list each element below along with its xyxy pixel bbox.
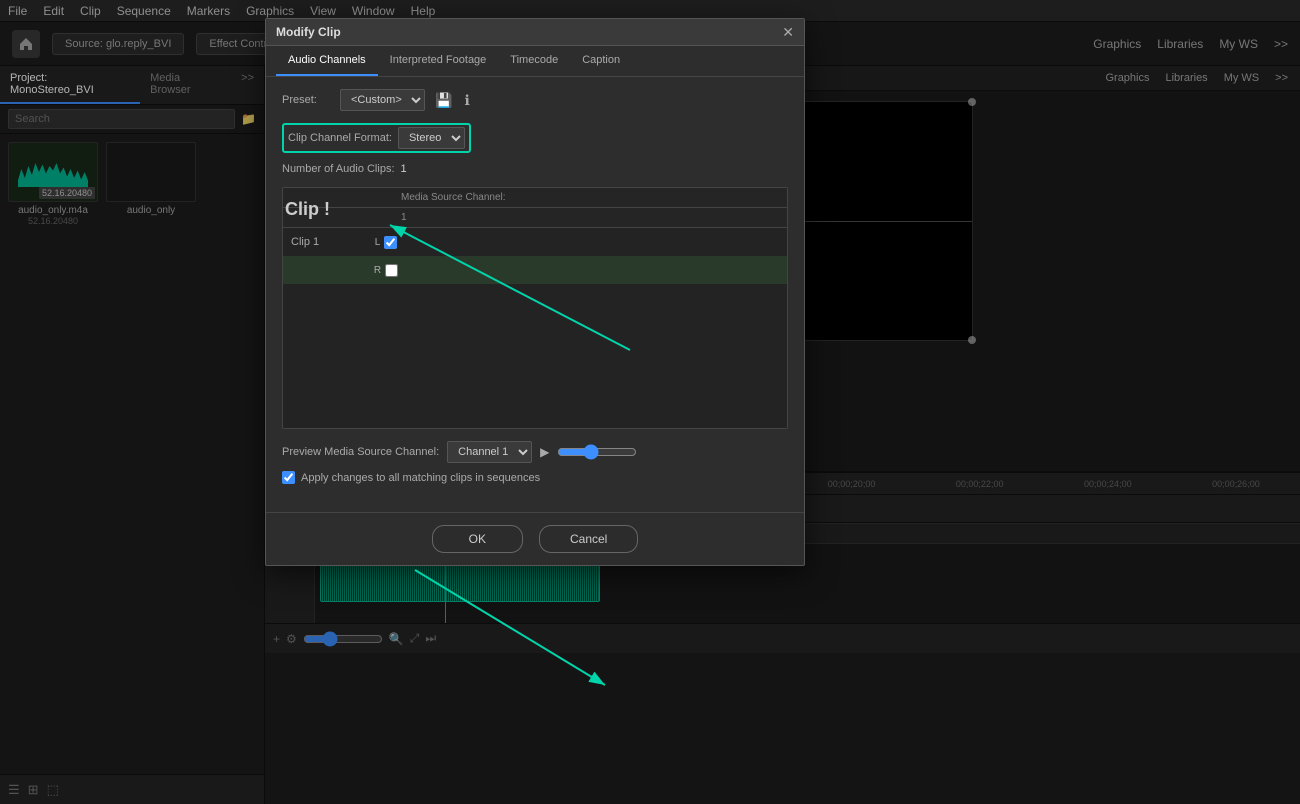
channel-row-l: Clip 1 L [283, 228, 787, 256]
channels-table: Media Source Channel: 1 Clip 1 L [282, 187, 788, 429]
preview-channel-row: Preview Media Source Channel: Channel 1 … [282, 441, 788, 463]
num-clips-row: Number of Audio Clips: 1 [282, 163, 788, 175]
volume-slider[interactable] [557, 444, 637, 460]
channel-r-checkbox-container: R [371, 264, 401, 277]
preset-label: Preset: [282, 94, 332, 106]
ok-button[interactable]: OK [432, 525, 523, 553]
apply-changes-checkbox[interactable] [282, 471, 295, 484]
media-col-num: 1 [401, 212, 407, 223]
media-source-col-header: Media Source Channel: [401, 192, 506, 203]
modal-titlebar: Modify Clip ✕ [266, 19, 804, 46]
channel-l-checkbox-container: L [371, 236, 401, 249]
preset-info-icon[interactable]: ℹ [462, 90, 471, 111]
modal-title: Modify Clip [276, 25, 341, 39]
modal-tab-timecode[interactable]: Timecode [498, 46, 570, 76]
modify-clip-modal: Modify Clip ✕ Audio Channels Interpreted… [265, 18, 805, 566]
media-source-header: Media Source Channel: [283, 188, 787, 208]
modal-body: Preset: <Custom> 💾 ℹ Clip Channel Format… [266, 77, 804, 512]
channel-l-label: L [375, 237, 381, 248]
modal-footer: OK Cancel [266, 512, 804, 565]
preview-channel-select[interactable]: Channel 1 [447, 441, 532, 463]
modal-tab-caption[interactable]: Caption [570, 46, 632, 76]
apply-checkbox-row: Apply changes to all matching clips in s… [282, 471, 788, 484]
cancel-button[interactable]: Cancel [539, 525, 638, 553]
preview-channel-label: Preview Media Source Channel: [282, 446, 439, 458]
channel-r-checkbox[interactable] [385, 264, 398, 277]
apply-changes-label: Apply changes to all matching clips in s… [301, 472, 540, 484]
modal-close-button[interactable]: ✕ [782, 25, 794, 39]
clip-channel-format-select[interactable]: Stereo [398, 127, 465, 149]
channel-l-checkbox[interactable] [384, 236, 397, 249]
num-clips-label: Number of Audio Clips: [282, 163, 395, 175]
preset-row: Preset: <Custom> 💾 ℹ [282, 89, 788, 111]
modal-tab-audio-channels[interactable]: Audio Channels [276, 46, 378, 76]
num-clips-value: 1 [401, 163, 407, 175]
modal-tabs: Audio Channels Interpreted Footage Timec… [266, 46, 804, 77]
channels-body: Clip 1 L R [283, 228, 787, 428]
preview-play-button[interactable]: ▶ [540, 445, 549, 459]
modal-tab-interpreted[interactable]: Interpreted Footage [378, 46, 499, 76]
channel-r-label: R [374, 265, 381, 276]
clip-label-1: Clip 1 [291, 236, 371, 248]
clip-channel-format-label: Clip Channel Format: [288, 132, 392, 144]
modal-overlay: Modify Clip ✕ Audio Channels Interpreted… [0, 0, 1300, 804]
channel-row-r: R [283, 256, 787, 284]
channel-format-row: Clip Channel Format: Stereo [282, 123, 471, 153]
preset-select[interactable]: <Custom> [340, 89, 425, 111]
preset-save-icon[interactable]: 💾 [433, 90, 454, 111]
media-source-num-header: 1 [283, 208, 787, 228]
